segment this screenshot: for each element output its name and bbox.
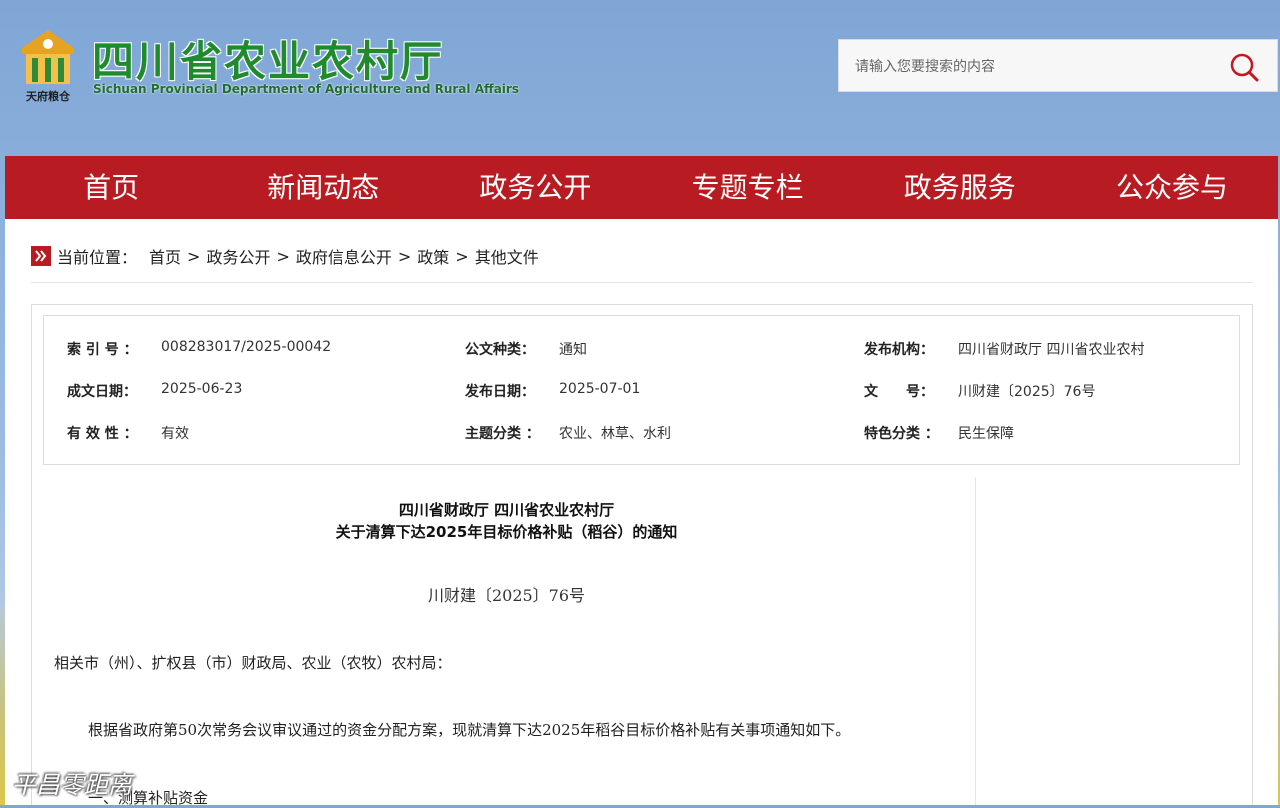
meta-index-label: 索 引 号 ： [67,342,138,358]
breadcrumb-divider [31,282,1253,283]
document-number: 川财建〔2025〕76号 [427,586,586,605]
meta-publish-date-value: 2025-07-01 [559,381,641,397]
nav-item-news[interactable]: 新闻动态 [217,156,429,219]
document-paragraph: 根据省政府第50次常务会议审议通过的资金分配方案，现就清算下达2025年稻谷目标… [88,721,851,739]
document-metadata: 索 引 号 ： 008283017/2025-00042 公文种类： 通知 发布… [43,315,1240,465]
meta-row: 有 效 性 ： 有效 主题分类 ： 农业、林草、水利 特色分类 ： 民生保障 [44,423,1239,443]
site-title[interactable]: 四川省农业农村厅 [92,28,444,89]
main-nav: 首页 新闻动态 政务公开 专题专栏 政务服务 公众参与 [5,156,1278,219]
meta-doc-no-label: 文 号： [864,384,934,400]
nav-item-public-participation[interactable]: 公众参与 [1066,156,1278,219]
breadcrumb-separator: > [455,246,469,266]
meta-feature-value: 民生保障 [958,426,1014,442]
document-addressee: 相关市（州）、扩权县（市）财政局、农业（农牧）农村局： [54,654,452,672]
watermark: 平昌零距离 [12,771,132,799]
breadcrumb-other-files[interactable]: 其他文件 [475,244,539,268]
document-title-line2: 关于清算下达2025年目标价格补贴（稻谷）的通知 [335,523,678,541]
meta-index-value: 008283017/2025-00042 [161,339,332,355]
meta-row: 索 引 号 ： 008283017/2025-00042 公文种类： 通知 发布… [44,339,1239,359]
meta-doc-type-value: 通知 [559,342,587,358]
breadcrumb-separator: > [276,246,290,266]
meta-written-date-label: 成文日期： [67,384,137,400]
meta-topic-label: 主题分类 ： [465,426,540,442]
breadcrumb-home[interactable]: 首页 [149,244,181,268]
logo-emblem-icon[interactable]: 天府粮仓 [18,26,78,104]
breadcrumb-separator: > [187,246,201,266]
nav-item-home[interactable]: 首页 [5,156,217,219]
meta-feature-label: 特色分类 ： [864,426,939,442]
meta-topic-value: 农业、林草、水利 [559,426,671,442]
nav-item-gov-services[interactable]: 政务服务 [854,156,1066,219]
document-title-line1: 四川省财政厅 四川省农业农村厅 [398,501,615,519]
breadcrumb-separator: > [397,246,412,266]
document-title: 四川省财政厅 四川省农业农村厅 关于清算下达2025年目标价格补贴（稻谷）的通知 [43,499,970,543]
meta-validity-label: 有 效 性 ： [67,426,138,442]
nav-item-special-topics[interactable]: 专题专栏 [642,156,854,219]
logo-emblem-caption: 天府粮仓 [26,90,70,103]
search-icon[interactable] [1229,52,1259,82]
breadcrumb-government-affairs[interactable]: 政务公开 [206,244,270,268]
meta-doc-type-label: 公文种类： [465,342,535,358]
meta-publish-date-label: 发布日期： [465,384,535,400]
meta-row: 成文日期： 2025-06-23 发布日期： 2025-07-01 文 号： 川… [44,381,1239,401]
content-panel: 当前位置： 首页 > 政务公开 > 政府信息公开 > 政策 > 其他文件 索 引… [5,219,1278,807]
meta-issuer-label: 发布机构： [864,342,934,358]
search-box [838,39,1278,92]
double-chevron-right-icon [31,246,51,266]
column-divider [975,477,976,805]
site-header: 天府粮仓 四川省农业农村厅 Sichuan Provincial Departm… [0,0,1280,156]
meta-issuer-value: 四川省财政厅 四川省农业农村 [958,342,1145,358]
breadcrumb-policy[interactable]: 政策 [417,244,449,268]
nav-item-government-affairs[interactable]: 政务公开 [429,156,641,219]
breadcrumb: 当前位置： 首页 > 政务公开 > 政府信息公开 > 政策 > 其他文件 [31,244,539,268]
meta-doc-no-value: 川财建〔2025〕76号 [958,384,1096,400]
site-subtitle: Sichuan Provincial Department of Agricul… [93,82,519,96]
breadcrumb-label: 当前位置： [57,248,138,267]
meta-written-date-value: 2025-06-23 [161,381,243,397]
meta-validity-value: 有效 [161,426,189,442]
search-input[interactable] [853,52,1217,82]
breadcrumb-gov-info[interactable]: 政府信息公开 [296,244,392,268]
